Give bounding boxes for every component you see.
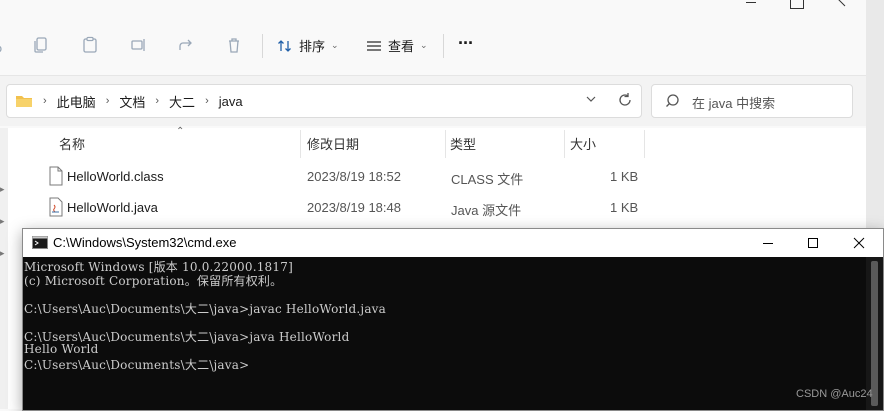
breadcrumb-item[interactable]: 文档 xyxy=(119,92,145,111)
console-prompt-line: C:\Users\Auc\Documents\大二\java> xyxy=(24,358,250,372)
navigation-pane[interactable]: ▸ ▸ ▸ xyxy=(0,128,8,409)
address-row: › 此电脑 › 文档 › 大二 › java 在 java 中搜索 xyxy=(0,75,866,126)
rename-icon xyxy=(131,39,145,51)
table-row[interactable]: HelloWorld.class 2023/8/19 18:52 CLASS 文… xyxy=(8,162,866,192)
column-divider[interactable] xyxy=(445,130,446,158)
console-line: C:\Users\Auc\Documents\大二\java>javac Hel… xyxy=(24,302,387,316)
table-row[interactable]: HelloWorld.java 2023/8/19 18:48 Java 源文件… xyxy=(8,193,866,223)
file-type: Java 源文件 xyxy=(451,203,522,218)
chevron-down-icon: ⌄ xyxy=(331,40,339,50)
cmd-minimize-button[interactable] xyxy=(745,229,791,257)
copy-icon xyxy=(34,37,47,53)
view-list-icon xyxy=(367,40,381,51)
file-icon xyxy=(49,166,63,186)
cmd-title-bar[interactable]: C:\Windows\System32\cmd.exe xyxy=(23,229,883,257)
explorer-maximize-button[interactable] xyxy=(790,0,804,9)
share-button[interactable] xyxy=(173,32,199,58)
chevron-right-icon: › xyxy=(155,95,160,107)
chevron-down-icon: ⌄ xyxy=(420,40,428,50)
cmd-close-button[interactable] xyxy=(836,229,882,257)
copy-button[interactable] xyxy=(28,32,54,58)
cmd-icon xyxy=(32,236,48,249)
column-divider[interactable] xyxy=(644,130,645,158)
minimize-icon xyxy=(763,243,773,244)
file-name: HelloWorld.class xyxy=(67,169,164,184)
chevron-right-icon: › xyxy=(105,95,110,107)
breadcrumb-item[interactable]: 大二 xyxy=(169,92,195,111)
refresh-icon xyxy=(619,93,631,106)
chevron-down-icon xyxy=(586,96,596,102)
command-bar: 排序 ⌄ 查看 ⌄ ··· xyxy=(0,22,866,68)
cut-button[interactable] xyxy=(0,32,14,58)
column-header-size[interactable]: 大小 xyxy=(570,134,596,153)
search-input[interactable]: 在 java 中搜索 xyxy=(651,84,853,118)
file-modified: 2023/8/19 18:52 xyxy=(307,169,401,184)
view-button[interactable]: 查看 ⌄ xyxy=(366,36,428,55)
cmd-title: C:\Windows\System32\cmd.exe xyxy=(53,235,237,250)
watermark: CSDN @Auc24 xyxy=(796,388,873,400)
explorer-minimize-button[interactable] xyxy=(744,0,758,6)
breadcrumb: › 此电脑 › 文档 › 大二 › java xyxy=(15,85,243,117)
folder-icon xyxy=(16,96,32,107)
console-line: Hello World xyxy=(24,342,99,356)
sort-label: 排序 xyxy=(299,39,326,54)
scrollbar-thumb[interactable] xyxy=(871,261,878,406)
rename-button[interactable] xyxy=(126,32,152,58)
breadcrumb-item[interactable]: java xyxy=(219,94,243,109)
file-name: HelloWorld.java xyxy=(67,200,158,215)
column-header-row: ⌃ 名称 修改日期 类型 大小 xyxy=(8,126,866,160)
sort-icon xyxy=(278,39,291,52)
column-header-type[interactable]: 类型 xyxy=(450,134,476,153)
view-label: 查看 xyxy=(388,39,415,54)
more-options-button[interactable]: ··· xyxy=(458,33,474,54)
chevron-right-icon: › xyxy=(43,95,47,107)
file-size: 1 KB xyxy=(610,200,639,215)
close-icon xyxy=(838,0,846,7)
trash-icon xyxy=(229,38,239,53)
column-divider[interactable] xyxy=(564,130,565,158)
toolbar-divider xyxy=(262,34,263,58)
refresh-button[interactable] xyxy=(617,92,633,111)
paste-button[interactable] xyxy=(77,32,103,58)
breadcrumb-item[interactable]: 此电脑 xyxy=(57,92,96,111)
cut-icon xyxy=(0,45,2,53)
more-icon: ··· xyxy=(458,33,474,53)
console-line: (c) Microsoft Corporation。保留所有权利。 xyxy=(24,274,283,288)
delete-button[interactable] xyxy=(221,32,247,58)
cmd-maximize-button[interactable] xyxy=(790,229,836,257)
sort-button[interactable]: 排序 ⌄ xyxy=(277,36,339,55)
column-header-name[interactable]: 名称 xyxy=(59,134,85,153)
sort-ascending-icon: ⌃ xyxy=(176,126,185,137)
file-type: CLASS 文件 xyxy=(451,172,524,187)
chevron-right-icon: › xyxy=(205,95,209,107)
paste-icon xyxy=(83,36,97,53)
console-output[interactable]: Microsoft Windows [版本 10.0.22000.1817] (… xyxy=(23,257,866,410)
toolbar-divider xyxy=(443,34,444,58)
column-divider[interactable] xyxy=(300,130,301,158)
search-placeholder: 在 java 中搜索 xyxy=(692,96,776,111)
close-icon xyxy=(853,237,865,249)
column-header-modified[interactable]: 修改日期 xyxy=(307,134,359,153)
share-icon xyxy=(179,39,192,50)
file-modified: 2023/8/19 18:48 xyxy=(307,200,401,215)
address-history-dropdown[interactable] xyxy=(585,93,597,108)
file-size: 1 KB xyxy=(610,169,639,184)
maximize-icon xyxy=(808,238,818,248)
explorer-close-button[interactable] xyxy=(834,0,848,8)
java-file-icon xyxy=(49,197,63,217)
search-icon xyxy=(666,94,679,107)
cmd-window: C:\Windows\System32\cmd.exe Microsoft Wi… xyxy=(22,228,884,411)
address-bar[interactable]: › 此电脑 › 文档 › 大二 › java xyxy=(6,84,642,118)
